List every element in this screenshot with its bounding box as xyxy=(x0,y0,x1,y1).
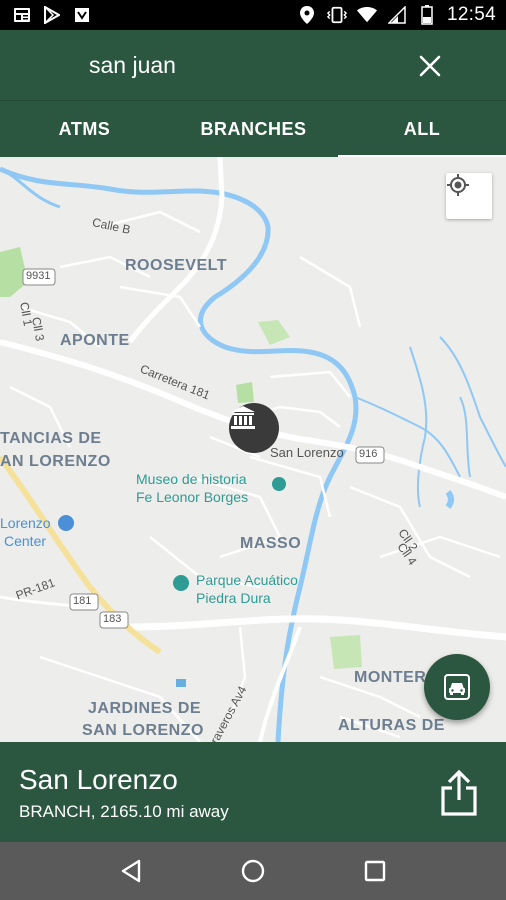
area-label: ALTURAS DE xyxy=(338,717,445,734)
location-title: San Lorenzo xyxy=(19,764,178,795)
area-label: SAN LORENZO xyxy=(82,722,204,739)
poi-label: Fe Leonor Borges xyxy=(136,489,249,505)
search-header: san juan xyxy=(0,30,506,100)
poi-label: Piedra Dura xyxy=(196,590,271,606)
home-button[interactable] xyxy=(231,849,275,893)
poi-label: Parque Acuático xyxy=(196,572,298,588)
recents-icon xyxy=(364,860,386,882)
wifi-icon xyxy=(356,5,377,25)
vibrate-icon xyxy=(326,5,347,25)
search-input[interactable]: san juan xyxy=(89,52,176,79)
bank-icon xyxy=(231,406,255,429)
route-shield: 9931 xyxy=(26,270,51,282)
directions-button[interactable] xyxy=(424,654,490,720)
area-label: MONTER xyxy=(354,669,427,686)
tab-bar: ATMS BRANCHES ALL xyxy=(0,100,506,158)
home-icon xyxy=(241,859,265,883)
back-button[interactable] xyxy=(109,849,153,893)
share-button[interactable] xyxy=(438,768,480,818)
area-label: ROOSEVELT xyxy=(125,257,227,274)
poi-label: Museo de historia xyxy=(136,471,247,487)
tab-all[interactable]: ALL xyxy=(338,101,506,158)
status-bar: 12:54 xyxy=(0,0,506,30)
route-shield: 916 xyxy=(359,448,378,460)
location-info-panel[interactable]: San Lorenzo BRANCH, 2165.10 mi away xyxy=(0,742,506,842)
play-store-icon xyxy=(42,5,62,25)
poi-label: Center xyxy=(4,533,47,549)
my-location-button[interactable] xyxy=(446,173,492,219)
system-nav-bar xyxy=(0,842,506,900)
news-icon xyxy=(12,5,32,25)
clock: 12:54 xyxy=(446,4,496,25)
close-button[interactable] xyxy=(414,50,446,82)
download-icon xyxy=(72,5,92,25)
poi-label: Lorenzo xyxy=(0,515,51,531)
share-icon xyxy=(441,770,477,816)
marker-label: San Lorenzo xyxy=(270,445,344,460)
area-label: APONTE xyxy=(60,332,130,349)
branch-marker[interactable] xyxy=(229,403,279,453)
close-icon xyxy=(419,55,441,77)
tab-atms[interactable]: ATMS xyxy=(0,101,169,158)
area-label: JARDINES DE xyxy=(88,700,202,717)
back-icon xyxy=(121,859,141,883)
location-subtitle: BRANCH, 2165.10 mi away xyxy=(19,802,229,821)
signal-icon xyxy=(387,5,407,25)
area-label: AN LORENZO xyxy=(0,453,111,470)
tab-branches[interactable]: BRANCHES xyxy=(169,101,338,158)
battery-icon xyxy=(417,5,437,25)
area-label: TANCIAS DE xyxy=(0,430,102,447)
location-icon xyxy=(297,5,317,25)
area-label: MASSO xyxy=(240,535,302,552)
map-view[interactable]: 9931 916 181 183 ROOSEVELT APONTE TANCIA… xyxy=(0,157,506,742)
car-icon xyxy=(444,674,470,700)
route-shield: 181 xyxy=(73,595,92,607)
my-location-icon xyxy=(447,174,469,196)
recents-button[interactable] xyxy=(353,849,397,893)
route-shield: 183 xyxy=(103,613,122,625)
